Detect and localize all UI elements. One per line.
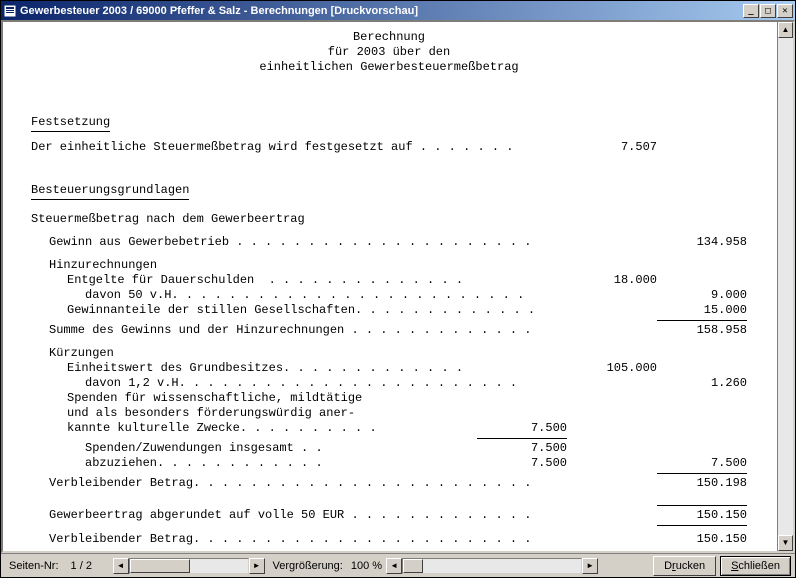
- heading-line3: einheitlichen Gewerbesteuermeßbetrag: [31, 60, 747, 75]
- minimize-button[interactable]: _: [743, 4, 759, 18]
- sub-heading: Steuermeßbetrag nach dem Gewerbeertrag: [31, 212, 747, 227]
- app-window: Gewerbesteuer 2003 / 69000 Pfeffer & Sal…: [0, 0, 796, 578]
- print-button[interactable]: Drucken: [653, 556, 716, 576]
- preview-area: Berechnung für 2003 über den einheitlich…: [1, 20, 795, 553]
- row-verbleibend2: Verbleibender Betrag. . . . . . . . . . …: [31, 532, 747, 547]
- zoom-value: 100 %: [351, 560, 382, 572]
- zoom-label: Vergrößerung:: [269, 560, 347, 572]
- scroll-down-button[interactable]: ▼: [778, 535, 793, 551]
- page-number: 1 / 2: [67, 558, 109, 574]
- zoom-plus-button[interactable]: ►: [582, 558, 598, 574]
- row-einheitswert: Einheitswert des Grundbesitzes. . . . . …: [31, 361, 747, 376]
- zoom-scrollbar[interactable]: ◄ ►: [386, 558, 598, 574]
- row-gewinnanteile: Gewinnanteile der stillen Gesellschaften…: [31, 303, 747, 318]
- close-preview-button[interactable]: Schließen: [720, 556, 791, 576]
- label-kuerzungen: Kürzungen: [31, 346, 747, 361]
- row-davon50: davon 50 v.H. . . . . . . . . . . . . . …: [31, 288, 747, 303]
- row-abzuziehen: abzuziehen. . . . . . . . . . . . 7.500 …: [31, 456, 747, 471]
- row-entgelte: Entgelte für Dauerschulden . . . . . . .…: [31, 273, 747, 288]
- row-verbleibend1: Verbleibender Betrag. . . . . . . . . . …: [31, 476, 747, 491]
- row-summe: Summe des Gewinns und der Hinzurechnunge…: [31, 323, 747, 338]
- statusbar: Seiten-Nr: 1 / 2 ◄ ► Vergrößerung: 100 %…: [1, 553, 795, 577]
- spenden-line2: und als besonders förderungswürdig aner-: [31, 406, 747, 421]
- zoom-minus-button[interactable]: ◄: [386, 558, 402, 574]
- app-icon: [3, 4, 17, 18]
- spenden-line1: Spenden für wissenschaftliche, mildtätig…: [31, 391, 747, 406]
- vertical-scrollbar[interactable]: ▲ ▼: [777, 22, 793, 551]
- page-label: Seiten-Nr:: [5, 560, 63, 572]
- row-spenden-insgesamt: Spenden/Zuwendungen insgesamt . . 7.500: [31, 441, 747, 456]
- row-abgerundet: Gewerbeertrag abgerundet auf volle 50 EU…: [31, 508, 747, 523]
- row-davon12: davon 1,2 v.H. . . . . . . . . . . . . .…: [31, 376, 747, 391]
- row-festsetzung: Der einheitliche Steuermeßbetrag wird fe…: [31, 140, 747, 155]
- scroll-up-button[interactable]: ▲: [778, 22, 793, 38]
- row-spenden3: kannte kulturelle Zwecke. . . . . . . . …: [31, 421, 747, 436]
- section-festsetzung: Festsetzung: [31, 115, 110, 132]
- window-title: Gewerbesteuer 2003 / 69000 Pfeffer & Sal…: [20, 5, 743, 17]
- page-next-button[interactable]: ►: [249, 558, 265, 574]
- section-besteuerung: Besteuerungsgrundlagen: [31, 183, 189, 200]
- zoom-scroll-thumb[interactable]: [403, 559, 423, 573]
- heading-line2: für 2003 über den: [31, 45, 747, 60]
- scroll-track[interactable]: [778, 38, 793, 535]
- heading-line1: Berechnung: [31, 30, 747, 45]
- page-scroll-track[interactable]: [129, 558, 249, 574]
- page-scrollbar[interactable]: ◄ ►: [113, 558, 265, 574]
- document-page: Berechnung für 2003 über den einheitlich…: [3, 22, 777, 551]
- maximize-button[interactable]: □: [760, 4, 776, 18]
- close-button[interactable]: ✕: [777, 4, 793, 18]
- titlebar: Gewerbesteuer 2003 / 69000 Pfeffer & Sal…: [1, 1, 795, 20]
- row-gewinn: Gewinn aus Gewerbebetrieb . . . . . . . …: [31, 235, 747, 250]
- page-prev-button[interactable]: ◄: [113, 558, 129, 574]
- label-hinzurechnungen: Hinzurechnungen: [31, 258, 747, 273]
- zoom-scroll-track[interactable]: [402, 558, 582, 574]
- page-scroll-thumb[interactable]: [130, 559, 190, 573]
